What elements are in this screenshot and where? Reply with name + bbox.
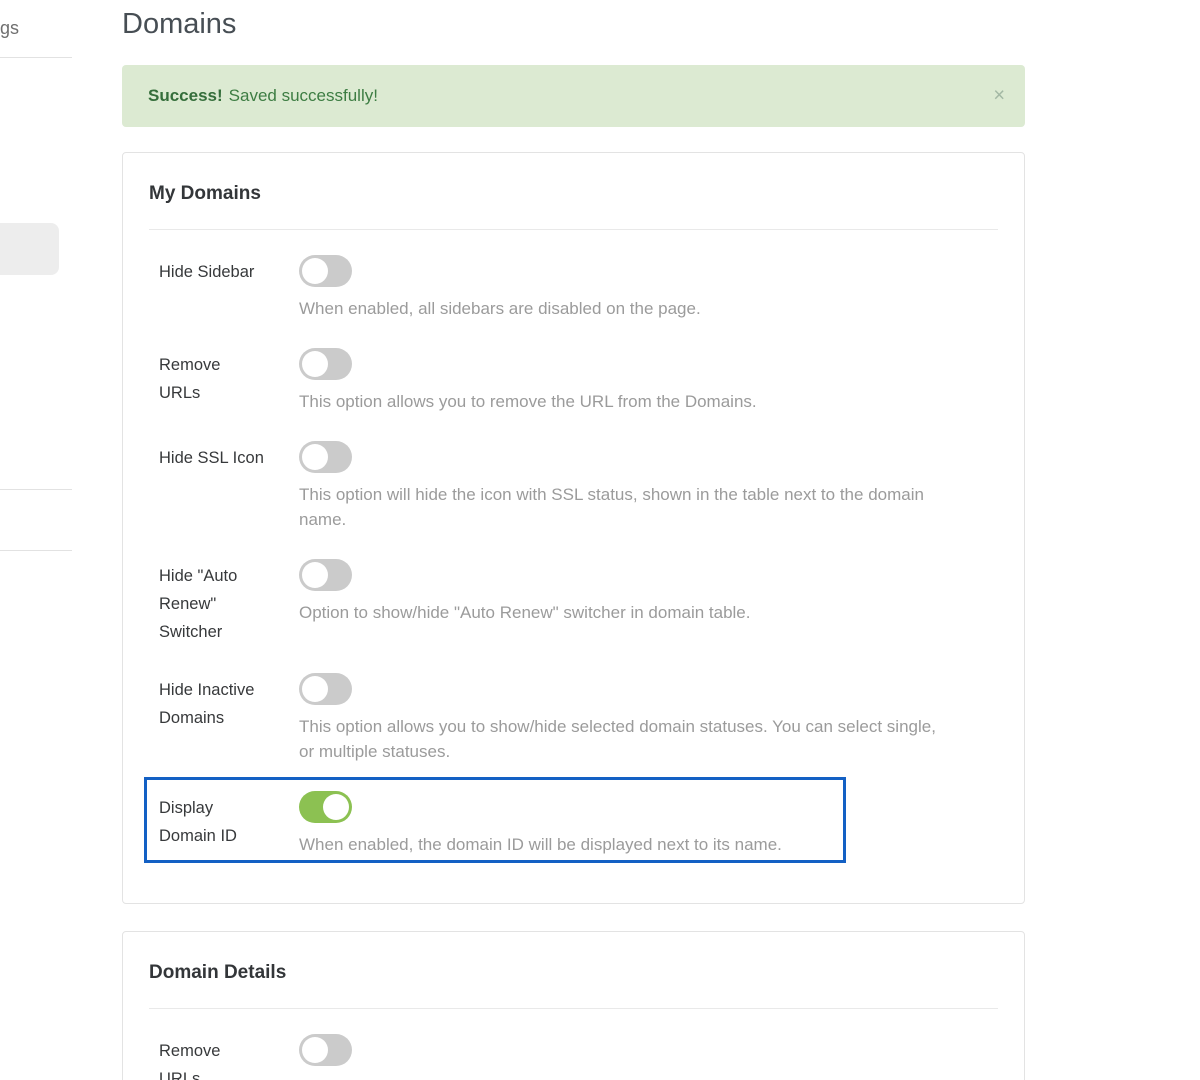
setting-row: Hide "Auto Renew" Switcher Option to sho… [149,559,998,646]
card-title: Domain Details [149,960,998,1009]
sidebar-item-label-partial[interactable]: gs [0,18,19,39]
setting-label: Hide Sidebar [149,255,299,321]
toggle-knob [302,1037,328,1063]
setting-row: Remove URLs This option allows you to re… [149,348,998,414]
card-domain-details: Domain Details Remove URLs [122,931,1025,1080]
setting-description: Option to show/hide "Auto Renew" switche… [299,600,939,625]
setting-control: This option will hide the icon with SSL … [299,441,998,532]
setting-label: Hide SSL Icon [149,441,299,532]
setting-description: When enabled, all sidebars are disabled … [299,296,939,321]
setting-row: Remove URLs [149,1034,998,1080]
toggle-switch[interactable] [299,1034,352,1066]
setting-control: When enabled, all sidebars are disabled … [299,255,998,321]
setting-row: Hide Inactive Domains This option allows… [149,673,998,764]
toggle-switch[interactable] [299,791,352,823]
toggle-switch[interactable] [299,673,352,705]
toggle-knob [323,794,349,820]
success-alert: Success! Saved successfully! × [122,65,1025,127]
sidebar-divider [0,57,72,58]
setting-description: This option allows you to show/hide sele… [299,714,939,764]
setting-label: Remove URLs [149,348,299,414]
toggle-knob [302,351,328,377]
toggle-switch[interactable] [299,348,352,380]
toggle-switch[interactable] [299,441,352,473]
setting-control: Option to show/hide "Auto Renew" switche… [299,559,998,646]
sidebar-active-item[interactable] [0,223,59,275]
toggle-knob [302,562,328,588]
setting-label: Remove URLs [149,1034,299,1080]
setting-control: This option allows you to remove the URL… [299,348,998,414]
alert-strong-text: Success! [148,86,223,106]
settings-list: Remove URLs [149,1009,998,1080]
card-title: My Domains [149,181,998,230]
main-content: Domains Success! Saved successfully! × M… [122,0,1025,1080]
sidebar: gs [0,0,72,1080]
toggle-switch[interactable] [299,559,352,591]
setting-description: This option allows you to remove the URL… [299,389,939,414]
settings-list: Hide Sidebar When enabled, all sidebars … [149,230,998,857]
setting-row: Hide SSL Icon This option will hide the … [149,441,998,532]
card-my-domains: My Domains Hide Sidebar When enabled, al… [122,152,1025,904]
toggle-knob [302,444,328,470]
setting-label: Display Domain ID [149,791,299,857]
sidebar-divider [0,550,72,551]
alert-message: Saved successfully! [229,86,378,106]
toggle-switch[interactable] [299,255,352,287]
setting-control: When enabled, the domain ID will be disp… [299,791,998,857]
close-icon[interactable]: × [993,86,1005,106]
toggle-knob [302,258,328,284]
setting-label: Hide Inactive Domains [149,673,299,764]
setting-description: When enabled, the domain ID will be disp… [299,832,939,857]
sidebar-divider [0,489,72,490]
setting-label: Hide "Auto Renew" Switcher [149,559,299,646]
setting-description: This option will hide the icon with SSL … [299,482,939,532]
setting-row: Display Domain ID When enabled, the doma… [149,791,998,857]
setting-control: This option allows you to show/hide sele… [299,673,998,764]
setting-row: Hide Sidebar When enabled, all sidebars … [149,255,998,321]
setting-control [299,1034,998,1080]
toggle-knob [302,676,328,702]
page-title: Domains [122,4,1025,44]
